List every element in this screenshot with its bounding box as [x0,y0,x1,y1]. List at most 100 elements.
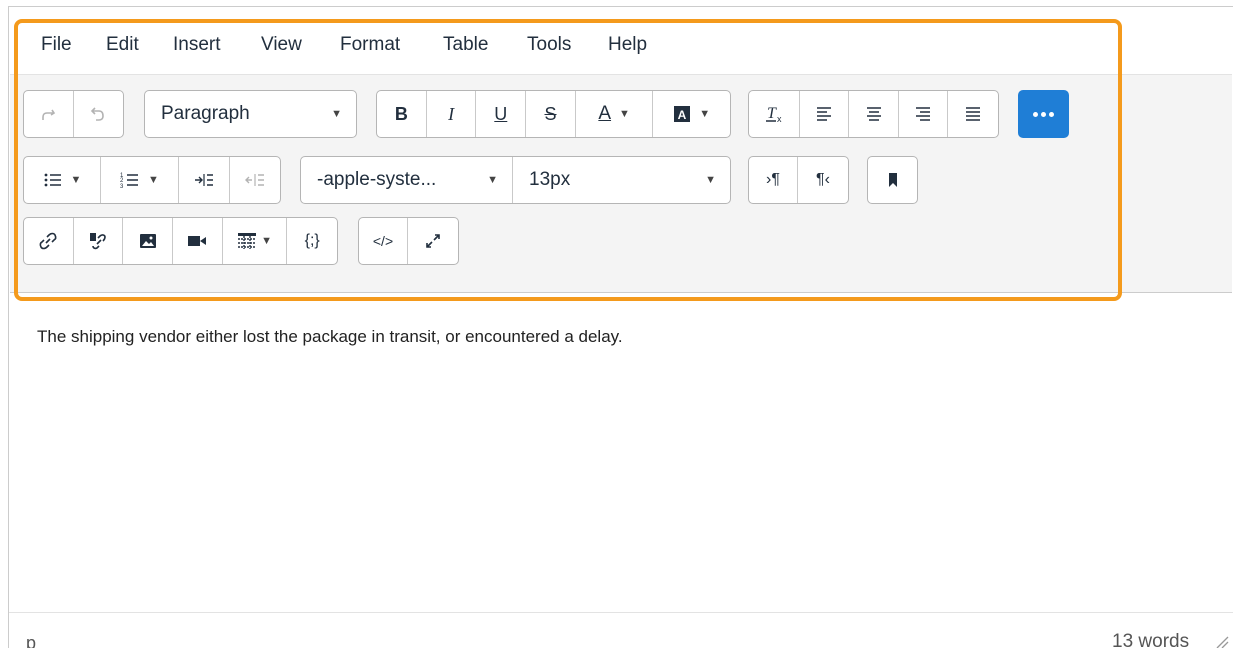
ltr-button[interactable]: ›¶ [749,157,799,203]
chevron-down-icon: ▼ [705,174,716,186]
svg-text:T: T [767,105,777,122]
font-size-select[interactable]: 13px ▼ [513,157,730,203]
align-left-button[interactable] [800,91,850,137]
font-family-value: -apple-syste... [317,169,437,190]
numbered-list-icon: 123 [120,173,139,189]
menu-view[interactable]: View [261,33,302,57]
insert-group: ▼ {;} [23,217,338,265]
video-button[interactable] [173,218,223,264]
rtl-button[interactable]: ¶‹ [798,157,848,203]
undo-button[interactable] [74,91,124,137]
link-icon [39,232,57,250]
editor-paragraph[interactable]: The shipping vendor either lost the pack… [37,327,623,347]
undo-icon [91,107,105,121]
bold-icon: B [394,103,408,124]
table-icon [238,233,257,249]
unlink-button[interactable] [74,218,124,264]
chevron-down-icon: ▼ [619,108,630,120]
block-format-group: Paragraph ▼ [144,90,357,138]
expand-icon [426,234,440,248]
rtl-icon: ¶‹ [816,171,830,188]
highlight-icon: A [674,106,691,122]
chevron-down-icon: ▼ [261,235,272,247]
status-bar: p 13 words [9,612,1233,648]
element-path[interactable]: p [26,633,36,648]
menu-format[interactable]: Format [340,33,400,57]
chevron-down-icon: ▼ [699,108,711,120]
bullet-list-button[interactable]: ▼ [24,157,101,203]
bookmark-button[interactable] [868,157,917,203]
strikethrough-button[interactable]: S [526,91,576,137]
menu-tools[interactable]: Tools [527,33,571,57]
menubar: File Edit Insert View Format Table Tools… [10,7,1232,75]
more-tools-button[interactable] [1018,90,1069,138]
menu-edit[interactable]: Edit [106,33,139,57]
font-family-select[interactable]: -apple-syste... ▼ [301,157,514,203]
clear-formatting-icon: Tx [765,105,782,124]
ellipsis-icon [1033,111,1038,117]
strikethrough-icon: S [544,103,557,124]
anchor-group [867,156,918,204]
chevron-down-icon: ▼ [148,174,159,186]
font-group: -apple-syste... ▼ 13px ▼ [300,156,731,204]
align-right-icon [916,107,931,121]
chevron-down-icon: ▼ [70,174,82,186]
unlink-icon [90,233,106,250]
text-format-group: B I U S A ▼ A ▼ [376,90,731,138]
outdent-button[interactable] [230,157,280,203]
menu-file[interactable]: File [41,33,72,57]
bullet-list-icon [44,173,61,187]
italic-button[interactable]: I [427,91,477,137]
menu-insert[interactable]: Insert [173,33,221,57]
align-group: Tx [748,90,999,138]
align-left-icon [816,107,831,121]
italic-icon: I [448,103,455,124]
outdent-icon [245,174,264,186]
align-right-button[interactable] [899,91,949,137]
align-center-button[interactable] [849,91,899,137]
list-indent-group: ▼ 123 ▼ [23,156,281,204]
video-icon [188,236,207,246]
justify-button[interactable] [948,91,998,137]
svg-text:3: 3 [120,184,124,189]
undo-redo-group [23,90,124,138]
word-count[interactable]: 13 words [1112,631,1189,648]
resize-handle-icon[interactable] [1215,635,1229,648]
align-center-icon [866,107,881,121]
table-button[interactable]: ▼ [223,218,288,264]
text-color-button[interactable]: A ▼ [576,91,654,137]
numbered-list-button[interactable]: 123 ▼ [101,157,179,203]
justify-icon [966,107,981,121]
menu-table[interactable]: Table [443,33,488,57]
merge-tag-button[interactable]: {;} [287,218,337,264]
code-icon: </> [372,233,394,249]
image-button[interactable] [123,218,174,264]
bookmark-icon [888,173,897,187]
chevron-down-icon: ▼ [487,174,499,186]
text-color-icon: A [598,103,612,124]
indent-icon [195,174,213,186]
view-group: </> [358,217,459,265]
background-color-button[interactable]: A ▼ [653,91,730,137]
menu-help[interactable]: Help [608,33,647,57]
fullscreen-button[interactable] [408,218,458,264]
block-format-select[interactable]: Paragraph ▼ [145,91,356,137]
bold-button[interactable]: B [377,91,427,137]
link-button[interactable] [24,218,74,264]
svg-text:A: A [678,108,687,122]
source-code-button[interactable]: </> [359,218,409,264]
image-icon [139,234,156,248]
block-format-value: Paragraph [161,103,250,124]
redo-button[interactable] [24,91,74,137]
direction-group: ›¶ ¶‹ [748,156,849,204]
clear-formatting-button[interactable]: Tx [749,91,800,137]
merge-tag-icon: {;} [304,232,320,249]
underline-icon: U [494,103,508,124]
redo-icon [42,109,56,120]
font-size-value: 13px [529,169,571,190]
chevron-down-icon: ▼ [331,108,342,120]
underline-button[interactable]: U [476,91,527,137]
rich-text-editor: File Edit Insert View Format Table Tools… [8,6,1233,648]
indent-button[interactable] [179,157,230,203]
ltr-icon: ›¶ [766,171,780,188]
